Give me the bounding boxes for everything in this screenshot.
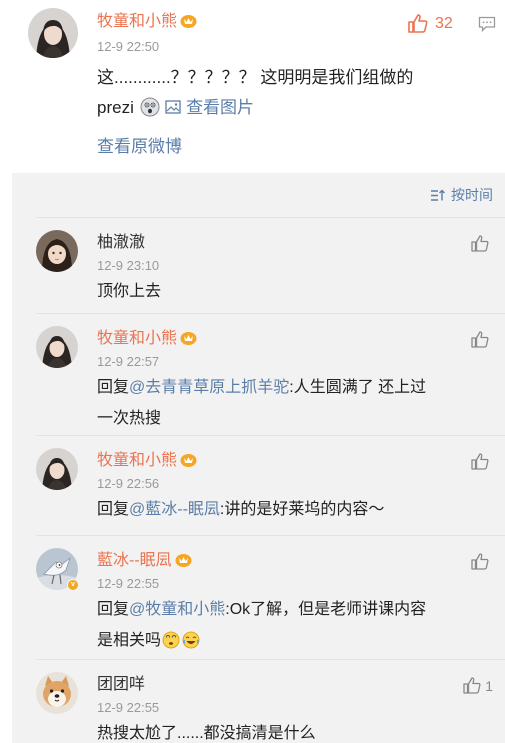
mention-link[interactable]: @牧童和小熊 [129,601,225,618]
author-name[interactable]: 牧童和小熊 [97,451,197,471]
reply-text: 回复@去青青草原上抓羊驼:人生圆满了 还上过 一次热搜 [97,379,427,427]
image-icon [165,100,181,114]
author-name[interactable]: 柚澈澈 [97,233,145,253]
timestamp: 12-9 22:55 [97,700,160,715]
reply-item: v 藍冰--眠凨 12-9 22:55 回复@牧童和小熊:Ok了解，但是老师讲课… [36,535,505,659]
main-comment: 牧童和小熊 12-9 22:50 32 这............？？？？？ 这… [0,0,505,173]
thumbs-up-icon [471,331,489,348]
dizzy-face-emoji-icon [162,631,180,649]
thumbs-up-icon [471,553,489,570]
view-original-link[interactable]: 查看原微博 [97,136,182,158]
reply-text: 顶你上去 [97,283,162,300]
avatar[interactable] [36,230,78,272]
avatar[interactable] [36,448,78,490]
thumbs-up-icon [463,677,481,694]
view-image-link[interactable]: 查看图片 [165,98,254,117]
vip-crown-icon [180,454,197,467]
thumbs-up-icon [471,453,489,470]
like-button[interactable]: 32 [408,14,453,33]
surprised-face-emoji-icon [140,97,160,117]
mention-link[interactable]: @去青青草原上抓羊驼 [129,379,289,396]
reply-item: 牧童和小熊 12-9 22:57 回复@去青青草原上抓羊驼:人生圆满了 还上过 … [36,313,505,435]
timestamp: 12-9 22:55 [97,576,160,591]
reply-text: 回复@藍冰--眠凨:讲的是好莱坞的内容～ [97,501,385,518]
sort-by-time-button[interactable]: 按时间 [430,185,493,205]
author-name[interactable]: 牧童和小熊 [97,12,197,32]
reply-item: 牧童和小熊 12-9 22:56 回复@藍冰--眠凨:讲的是好莱坞的内容～ [36,435,505,535]
author-name[interactable]: 牧童和小熊 [97,329,197,349]
like-button[interactable] [471,235,493,252]
avatar[interactable] [36,672,78,714]
like-button[interactable] [471,331,493,348]
reply-text: 热搜太尬了......都没搞清是什么 [97,725,316,742]
timestamp: 12-9 22:57 [97,354,160,369]
reply-text: 回复@牧童和小熊:Ok了解，但是老师讲课内容 是相关吗 [97,601,427,649]
like-count: 32 [435,14,453,32]
like-button[interactable]: 1 [463,677,493,694]
sort-icon [431,189,445,201]
timestamp: 12-9 22:56 [97,476,160,491]
avatar[interactable] [28,8,78,58]
author-name[interactable]: 藍冰--眠凨 [97,551,192,571]
like-count: 1 [485,677,493,694]
comment-icon[interactable] [478,16,496,37]
reply-item: 团团咩 12-9 22:55 1 热搜太尬了......都没搞清是什么 [36,659,505,743]
vip-crown-icon [180,15,197,28]
verified-badge-icon: v [67,579,79,591]
avatar[interactable] [36,326,78,368]
timestamp: 12-9 23:10 [97,258,160,273]
thumbs-up-icon [408,14,428,33]
vip-crown-icon [175,554,192,567]
reply-item: 柚澈澈 12-9 23:10 顶你上去 [36,217,505,313]
thumbs-up-icon [471,235,489,252]
like-button[interactable] [471,553,493,570]
like-button[interactable] [471,453,493,470]
laughing-face-emoji-icon [182,631,200,649]
comment-text: 这............？？？？？ 这明明是我们组做的 prezi 查看图片 [97,68,414,117]
mention-link[interactable]: @藍冰--眠凨 [129,501,220,518]
vip-crown-icon [180,332,197,345]
author-name[interactable]: 团团咩 [97,675,145,695]
replies-panel: 按时间 柚澈澈 12-9 23:10 顶你上去 牧童和小熊 12-9 22:57… [12,173,505,743]
timestamp: 12-9 22:50 [97,39,160,54]
